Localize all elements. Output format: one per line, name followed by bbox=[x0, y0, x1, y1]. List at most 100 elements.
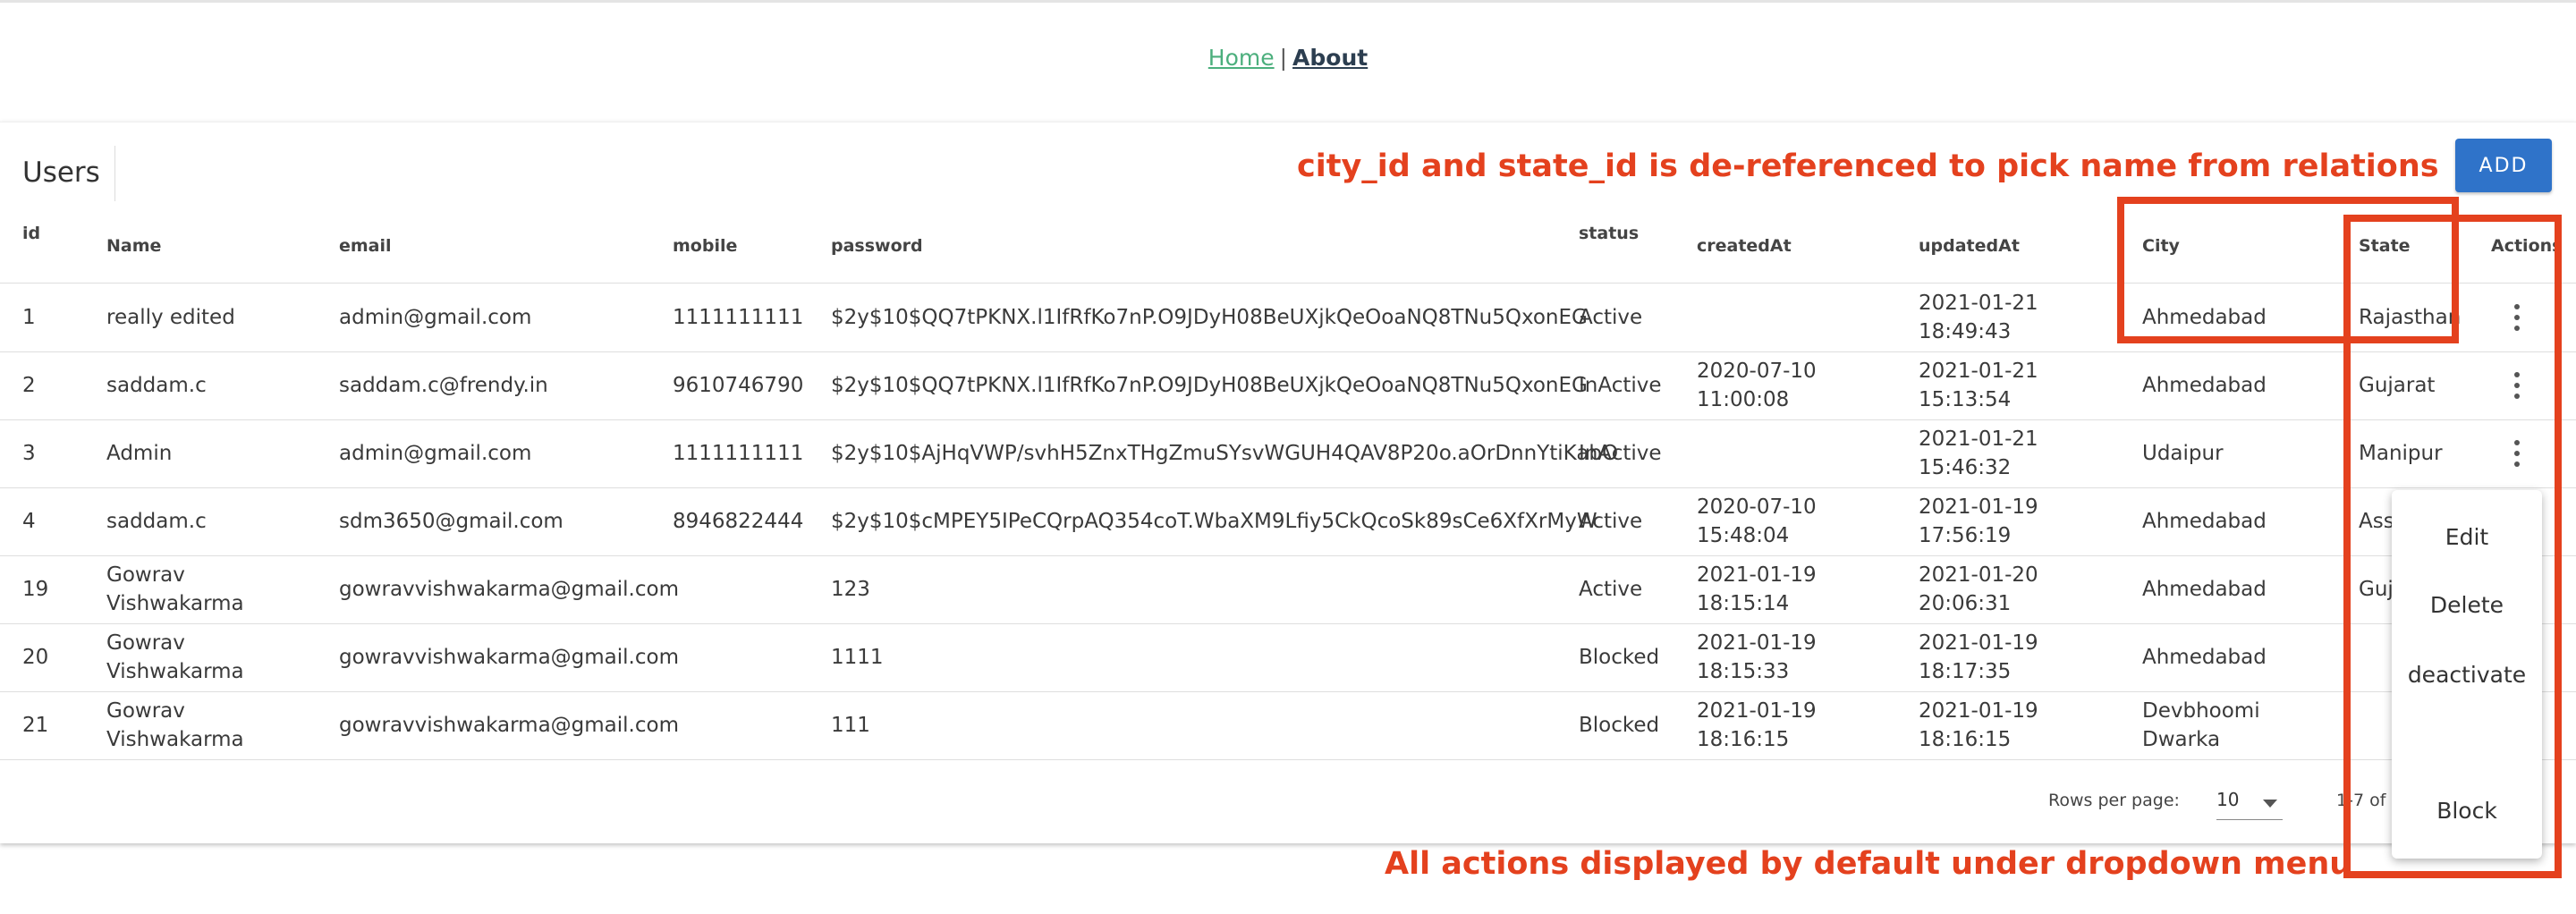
table-row[interactable]: 3 Admin admin@gmail.com 1111111111 $2y$1… bbox=[0, 419, 2576, 488]
cell-password: 123 bbox=[831, 578, 870, 601]
updated-time: 18:17:35 bbox=[1919, 660, 2012, 683]
caret-down-icon bbox=[2263, 800, 2277, 808]
cell-mobile: 1111111111 bbox=[673, 306, 804, 329]
nav-separator: | bbox=[1279, 45, 1288, 71]
table-row[interactable]: 2 saddam.c saddam.c@frendy.in 9610746790… bbox=[0, 351, 2576, 420]
updated-time: 20:06:31 bbox=[1919, 592, 2012, 615]
updated-time: 18:16:15 bbox=[1919, 728, 2012, 751]
cell-email: sdm3650@gmail.com bbox=[339, 510, 564, 533]
cell-id: 21 bbox=[22, 714, 49, 737]
column-header-email[interactable]: email bbox=[339, 236, 392, 256]
updated-date: 2021-01-19 bbox=[1919, 631, 2038, 655]
cell-name: Gowrav Vishwakarma bbox=[106, 629, 244, 686]
cell-email: admin@gmail.com bbox=[339, 306, 532, 329]
cell-name: saddam.c bbox=[106, 374, 207, 397]
cell-created: 2020-07-10 11:00:08 bbox=[1697, 357, 1817, 414]
table-row[interactable]: 19 Gowrav Vishwakarma gowravvishwakarma@g… bbox=[0, 555, 2576, 624]
created-time: 18:16:15 bbox=[1697, 728, 1790, 751]
name-line-1: Gowrav bbox=[106, 563, 185, 587]
cell-password: $2y$10$QQ7tPKNX.l1IfRfKo7nP.O9JDyH08BeUX… bbox=[831, 374, 1588, 397]
table-row[interactable]: 20 Gowrav Vishwakarma gowravvishwakarma@g… bbox=[0, 623, 2576, 692]
cell-city: Ahmedabad bbox=[2142, 578, 2267, 601]
annotation-bottom: All actions displayed by default under d… bbox=[1385, 846, 2352, 882]
created-time: 15:48:04 bbox=[1697, 524, 1790, 547]
cell-city: Devbhoomi Dwarka bbox=[2142, 697, 2260, 754]
cell-name: Admin bbox=[106, 442, 173, 465]
name-line-2: Vishwakarma bbox=[106, 660, 244, 683]
column-header-name[interactable]: Name bbox=[106, 236, 161, 256]
column-header-created[interactable]: createdAt bbox=[1697, 236, 1792, 256]
cell-status: Active bbox=[1579, 578, 1643, 601]
updated-date: 2021-01-21 bbox=[1919, 360, 2038, 383]
updated-date: 2021-01-19 bbox=[1919, 495, 2038, 519]
cell-city: Ahmedabad bbox=[2142, 374, 2267, 397]
nav-home-link[interactable]: Home bbox=[1208, 45, 1275, 71]
rows-per-page-label: Rows per page: bbox=[2048, 791, 2180, 810]
cell-status: Active bbox=[1579, 306, 1643, 329]
cell-status: InActive bbox=[1579, 374, 1662, 397]
add-user-button[interactable]: ADD bbox=[2455, 139, 2552, 192]
cell-id: 19 bbox=[22, 578, 49, 601]
cell-updated: 2021-01-21 18:49:43 bbox=[1919, 289, 2038, 346]
cell-updated: 2021-01-20 20:06:31 bbox=[1919, 561, 2038, 618]
updated-date: 2021-01-21 bbox=[1919, 292, 2038, 315]
column-header-mobile[interactable]: mobile bbox=[673, 236, 737, 256]
cell-name: saddam.c bbox=[106, 510, 207, 533]
created-time: 18:15:14 bbox=[1697, 592, 1790, 615]
column-header-password[interactable]: password bbox=[831, 236, 923, 256]
cell-mobile: 1111111111 bbox=[673, 442, 804, 465]
created-date: 2021-01-19 bbox=[1697, 631, 1817, 655]
column-header-status[interactable]: status bbox=[1579, 224, 1639, 243]
cell-name: Gowrav Vishwakarma bbox=[106, 561, 244, 618]
name-line-2: Vishwakarma bbox=[106, 728, 244, 751]
updated-time: 17:56:19 bbox=[1919, 524, 2012, 547]
cell-city: Udaipur bbox=[2142, 442, 2224, 465]
cell-password: $2y$10$cMPEY5IPeCQrpAQ354coT.WbaXM9Lfiy5… bbox=[831, 510, 1597, 533]
cell-id: 1 bbox=[22, 306, 36, 329]
created-time: 11:00:08 bbox=[1697, 388, 1790, 411]
cell-created: 2021-01-19 18:15:33 bbox=[1697, 629, 1817, 686]
created-date: 2021-01-19 bbox=[1697, 699, 1817, 723]
updated-date: 2021-01-21 bbox=[1919, 427, 2038, 451]
top-nav: Home | About bbox=[0, 45, 2576, 71]
city-line-1: Devbhoomi bbox=[2142, 699, 2260, 723]
cell-created: 2021-01-19 18:16:15 bbox=[1697, 697, 1817, 754]
cell-email: admin@gmail.com bbox=[339, 442, 532, 465]
cell-city: Ahmedabad bbox=[2142, 510, 2267, 533]
updated-time: 18:49:43 bbox=[1919, 320, 2012, 343]
cell-updated: 2021-01-19 18:17:35 bbox=[1919, 629, 2038, 686]
nav-about-link[interactable]: About bbox=[1292, 45, 1368, 71]
cell-password: $2y$10$QQ7tPKNX.l1IfRfKo7nP.O9JDyH08BeUX… bbox=[831, 306, 1588, 329]
updated-time: 15:13:54 bbox=[1919, 388, 2012, 411]
cell-id: 20 bbox=[22, 646, 49, 669]
column-header-updated[interactable]: updatedAt bbox=[1919, 236, 2020, 256]
cell-status: Active bbox=[1579, 510, 1643, 533]
cell-created: 2021-01-19 18:15:14 bbox=[1697, 561, 1817, 618]
cell-status: Blocked bbox=[1579, 646, 1660, 669]
table-row[interactable]: 4 saddam.c sdm3650@gmail.com 8946822444 … bbox=[0, 487, 2576, 556]
column-header-id[interactable]: id bbox=[22, 224, 40, 243]
rows-per-page-value: 10 bbox=[2216, 789, 2240, 810]
created-date: 2021-01-19 bbox=[1697, 563, 1817, 587]
cell-email: gowravvishwakarma@gmail.com bbox=[339, 714, 679, 737]
cell-email: saddam.c@frendy.in bbox=[339, 374, 548, 397]
cell-id: 4 bbox=[22, 510, 36, 533]
updated-date: 2021-01-19 bbox=[1919, 699, 2038, 723]
cell-id: 3 bbox=[22, 442, 36, 465]
cell-mobile: 8946822444 bbox=[673, 510, 804, 533]
created-time: 18:15:33 bbox=[1697, 660, 1790, 683]
cell-updated: 2021-01-21 15:13:54 bbox=[1919, 357, 2038, 414]
cell-status: Blocked bbox=[1579, 714, 1660, 737]
cell-name: Gowrav Vishwakarma bbox=[106, 697, 244, 754]
cell-mobile: 9610746790 bbox=[673, 374, 804, 397]
cell-password: 1111 bbox=[831, 646, 884, 669]
cell-password: 111 bbox=[831, 714, 870, 737]
cell-email: gowravvishwakarma@gmail.com bbox=[339, 578, 679, 601]
title-divider bbox=[114, 146, 115, 201]
rows-per-page-select[interactable]: 10 bbox=[2216, 787, 2283, 820]
annotation-box-actions bbox=[2343, 215, 2562, 878]
table-row[interactable]: 21 Gowrav Vishwakarma gowravvishwakarma@g… bbox=[0, 691, 2576, 760]
created-date: 2020-07-10 bbox=[1697, 360, 1817, 383]
cell-updated: 2021-01-19 18:16:15 bbox=[1919, 697, 2038, 754]
page-title: Users bbox=[22, 157, 100, 189]
